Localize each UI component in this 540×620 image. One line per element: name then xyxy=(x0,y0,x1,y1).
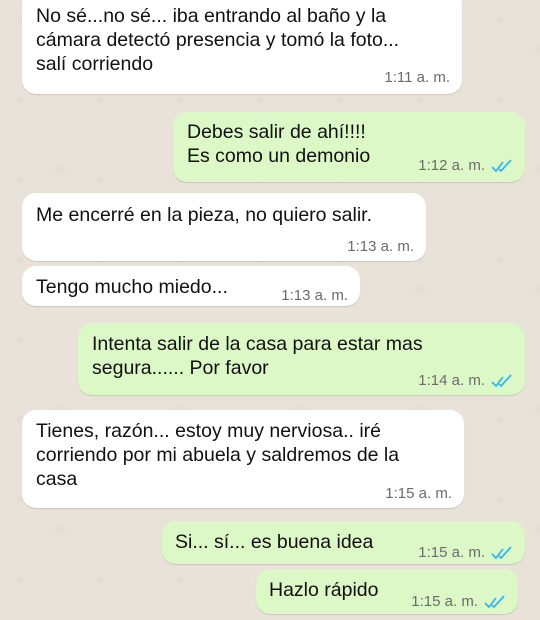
message-time: 1:14 a. m. xyxy=(418,369,513,393)
read-ticks-icon xyxy=(491,546,512,560)
message-time: 1:15 a. m. xyxy=(385,485,452,502)
message-bubble-incoming[interactable]: No sé...no sé... iba entrando al baño y … xyxy=(22,0,462,94)
message-time: 1:15 a. m. xyxy=(418,541,513,565)
message-bubble-outgoing[interactable]: Debes salir de ahí!!!! Es como un demoni… xyxy=(173,112,525,182)
message-time: 1:13 a. m. xyxy=(281,287,348,304)
message-bubble-outgoing[interactable]: Si... sí... es buena idea 1:15 a. m. xyxy=(162,521,525,564)
read-ticks-icon xyxy=(491,374,512,388)
message-time: 1:11 a. m. xyxy=(384,69,450,86)
message-time: 1:15 a. m. xyxy=(411,590,506,614)
message-bubble-incoming[interactable]: Tienes, razón... estoy muy nerviosa.. ir… xyxy=(22,410,464,508)
message-text: Me encerré en la pieza, no quiero salir. xyxy=(36,204,373,226)
message-text: Si... sí... es buena idea xyxy=(175,531,374,553)
message-bubble-incoming[interactable]: Me encerré en la pieza, no quiero salir.… xyxy=(22,193,426,261)
message-bubble-outgoing[interactable]: Hazlo rápido 1:15 a. m. xyxy=(256,569,518,614)
message-time: 1:13 a. m. xyxy=(347,238,414,255)
message-bubble-outgoing[interactable]: Intenta salir de la casa para estar mas … xyxy=(78,323,525,395)
message-text: No sé...no sé... iba entrando al baño y … xyxy=(36,5,400,75)
message-text: Intenta salir de la casa para estar mas … xyxy=(92,333,423,379)
message-text: Tienes, razón... estoy muy nerviosa.. ir… xyxy=(36,420,400,490)
message-text: Debes salir de ahí!!!! Es como un demoni… xyxy=(187,121,371,167)
message-bubble-incoming[interactable]: Tengo mucho miedo... 1:13 a. m. xyxy=(22,266,360,306)
read-ticks-icon xyxy=(491,159,512,173)
message-text: Tengo mucho miedo... xyxy=(36,276,228,298)
message-time: 1:12 a. m. xyxy=(418,154,513,178)
chat-thread[interactable]: No sé...no sé... iba entrando al baño y … xyxy=(0,0,540,620)
read-ticks-icon xyxy=(484,595,505,609)
message-text: Hazlo rápido xyxy=(269,579,379,601)
